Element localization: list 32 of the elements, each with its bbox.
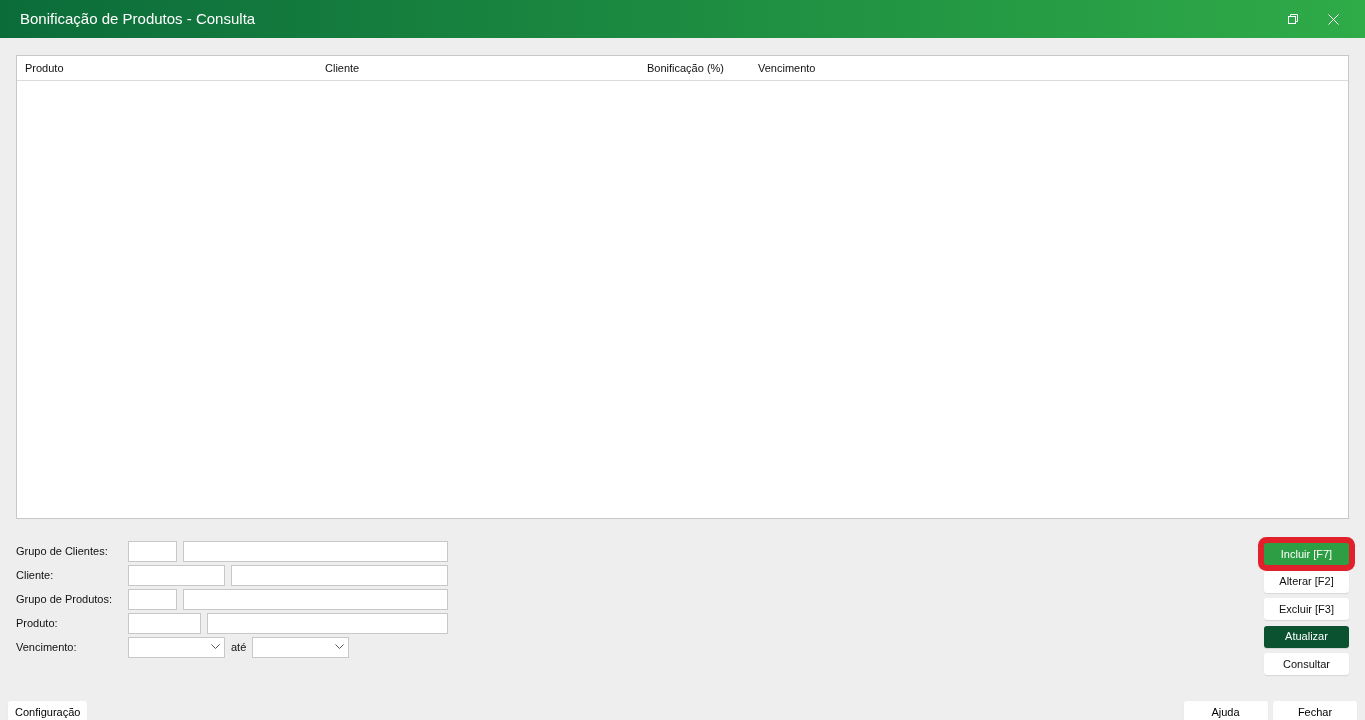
code-field[interactable] [128,612,201,634]
action-button[interactable]: Alterar [F2] [1264,570,1349,593]
code-field[interactable] [128,564,225,586]
footer-button[interactable]: Ajuda [1183,701,1268,720]
description-field[interactable] [183,588,448,610]
column-header[interactable]: Cliente [317,59,627,77]
date-dropdown[interactable] [252,636,350,658]
caret-icon [335,644,345,650]
caret-icon [211,644,220,650]
field-label: Produto: [16,615,59,631]
footer-button[interactable]: Fechar [1273,701,1357,720]
action-button[interactable]: Excluir [F3] [1264,598,1349,620]
description-field[interactable] [183,540,448,562]
column-header[interactable]: Bonificação (%) [627,59,732,77]
refresh-button[interactable]: Atualizar [1264,625,1349,648]
field-label: Cliente: [16,567,55,583]
field-label: Grupo de Clientes: [16,543,109,559]
code-field[interactable] [128,540,177,562]
column-header[interactable]: Produto [17,59,317,77]
footer-button[interactable]: Configuração [8,701,88,720]
code-field[interactable] [128,588,177,610]
range-label: até [231,639,247,655]
action-button[interactable]: Consultar [1264,653,1349,675]
window-title: Bonificação de Produtos - Consulta [20,8,257,29]
column-header[interactable]: Vencimento [750,59,870,77]
description-field[interactable] [207,612,448,634]
field-label: Vencimento: [16,639,78,655]
field-label: Grupo de Produtos: [16,591,113,607]
date-dropdown[interactable] [128,636,225,658]
close-icon [1327,13,1339,25]
description-field[interactable] [231,564,448,586]
restore-icon [1288,14,1298,24]
